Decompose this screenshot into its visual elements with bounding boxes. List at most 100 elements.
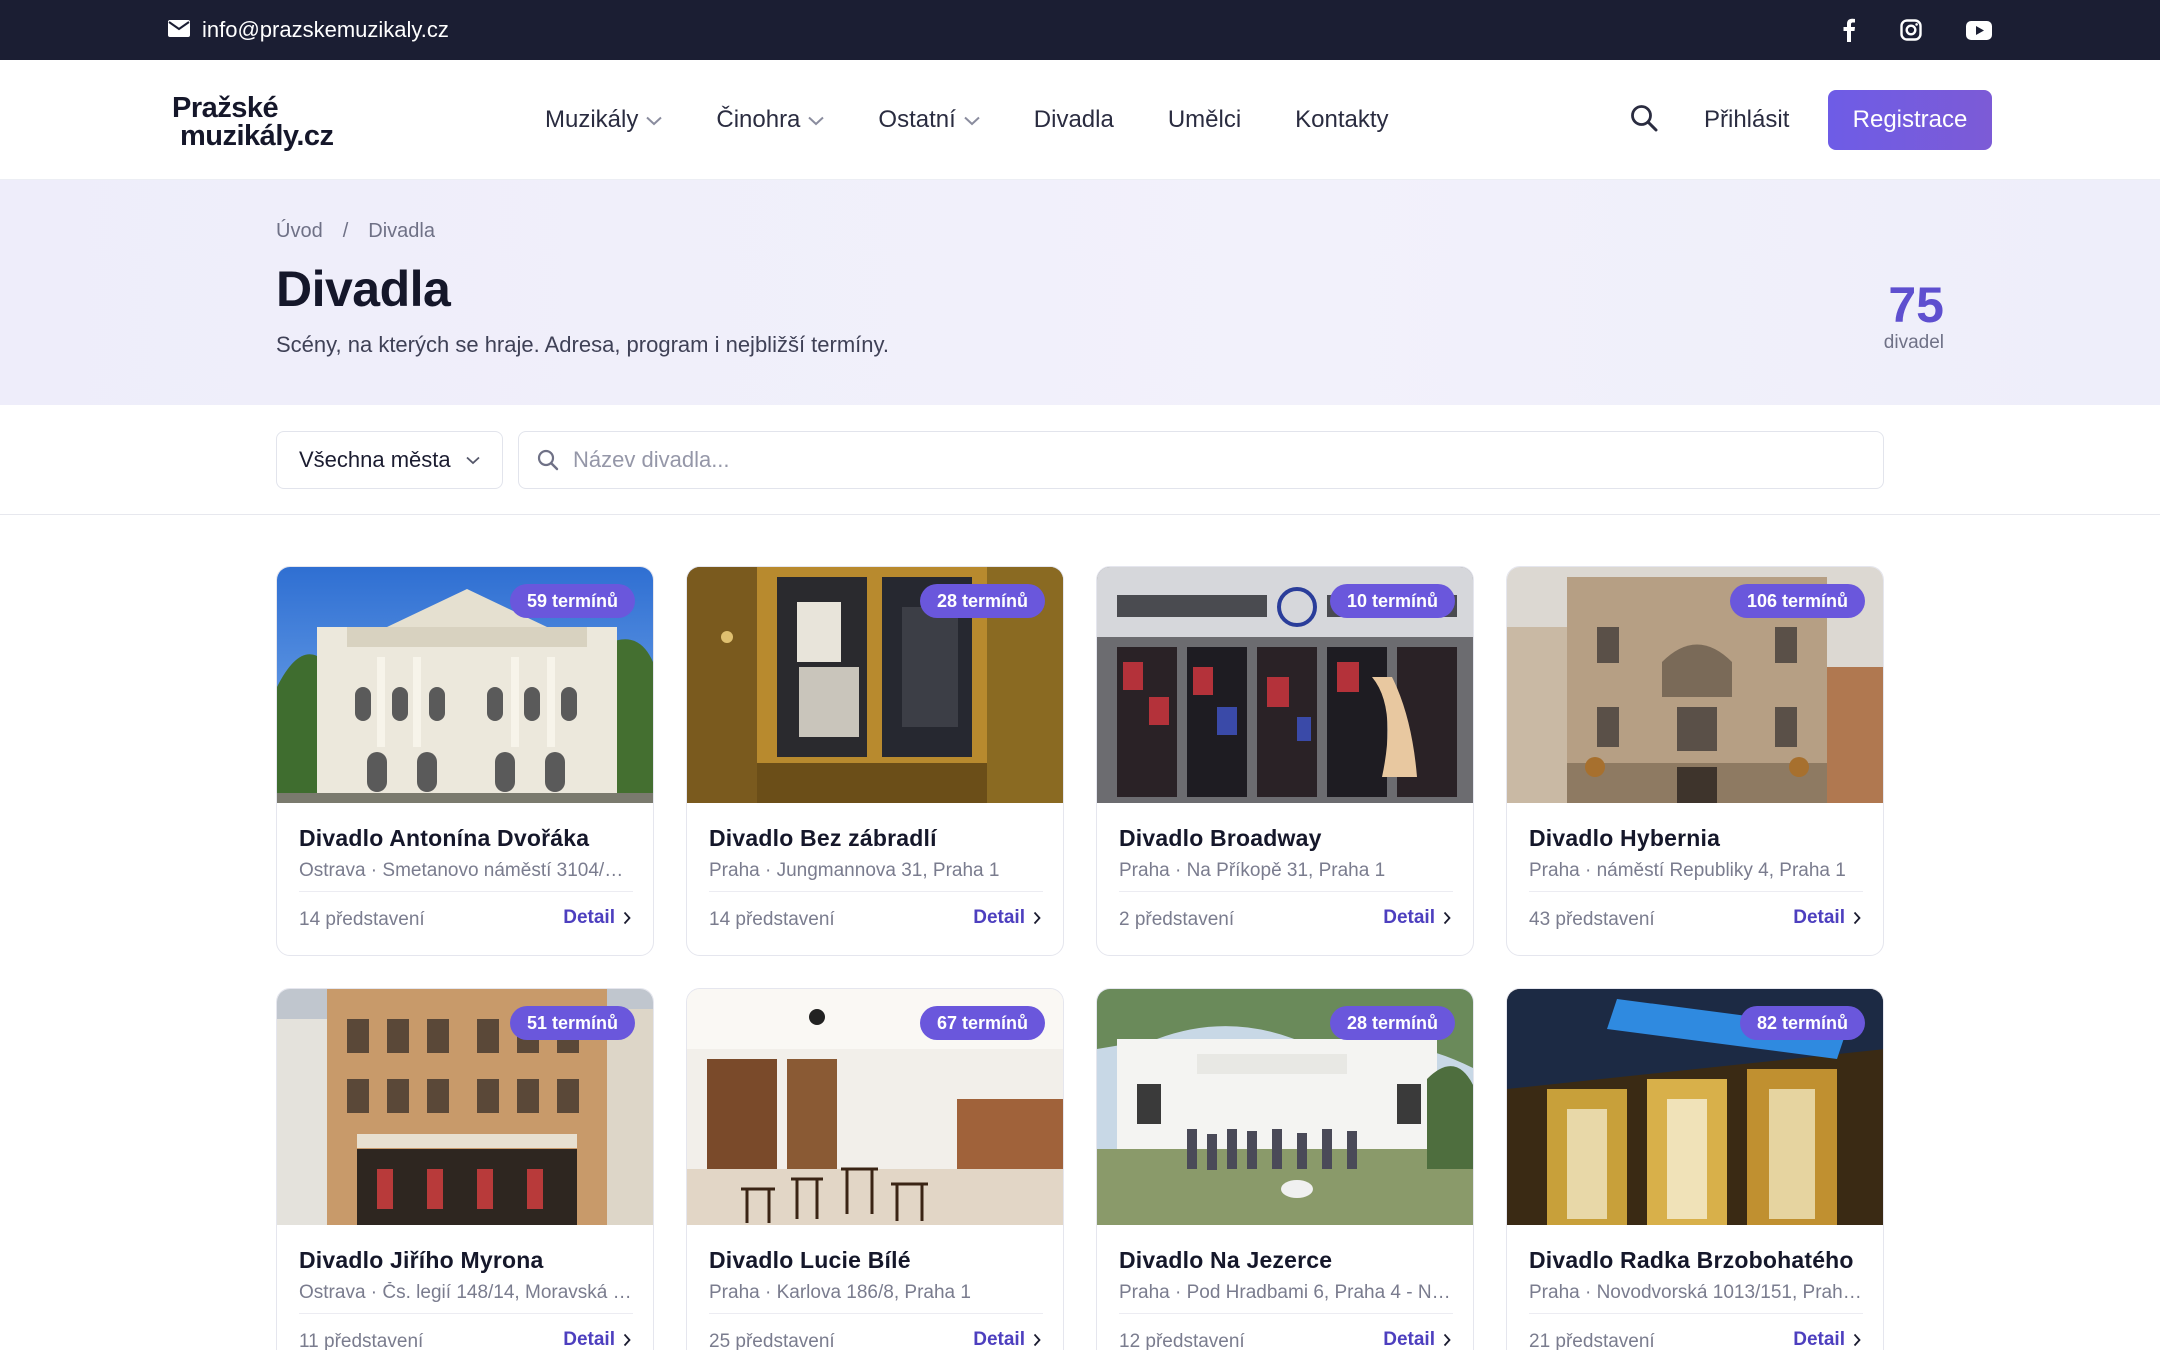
nav-item-cinohra[interactable]: Činohra <box>716 106 825 134</box>
dates-badge: 67 termínů <box>919 1006 1045 1040</box>
filter-bar: Všechna města <box>0 405 2160 515</box>
nav-label: Činohra <box>716 106 801 133</box>
dates-badge: 51 termínů <box>509 1006 635 1040</box>
detail-link[interactable]: Detail <box>1793 907 1861 929</box>
breadcrumb-home[interactable]: Úvod <box>276 220 323 243</box>
theater-card[interactable]: 82 termínů Divadlo Radka Brzobohatého Pr… <box>1506 988 1884 1350</box>
page-title: Divadla <box>276 261 451 317</box>
chevron-right-icon <box>1853 911 1861 925</box>
detail-link[interactable]: Detail <box>973 1329 1041 1350</box>
chevron-right-icon <box>623 1333 631 1347</box>
search-icon <box>537 449 559 471</box>
detail-link[interactable]: Detail <box>1383 907 1451 929</box>
theater-address: Praha · Karlova 186/8, Praha 1 <box>709 1282 1043 1314</box>
breadcrumb-separator: / <box>342 220 349 242</box>
theater-address: Praha · náměstí Republiky 4, Praha 1 <box>1529 860 1863 892</box>
theater-count: 75 divadel <box>1760 280 1944 354</box>
nav-label: Kontakty <box>1295 106 1389 133</box>
detail-link-label: Detail <box>973 907 1025 928</box>
detail-link[interactable]: Detail <box>563 1329 631 1350</box>
theater-card[interactable]: 28 termínů Divadlo Na Jezerce Praha · Po… <box>1096 988 1474 1350</box>
nav-item-kontakty[interactable]: Kontakty <box>1295 106 1388 134</box>
site-logo[interactable]: Pražské muzikály.cz <box>172 92 334 152</box>
logo-line-2: muzikály.cz <box>180 120 334 152</box>
chevron-right-icon <box>623 911 631 925</box>
social-links <box>1842 0 1992 60</box>
contact-email[interactable]: info@prazskemuzikaly.cz <box>168 0 449 60</box>
theater-card[interactable]: 28 termínů Divadlo Bez zábradlí Praha · … <box>686 566 1064 956</box>
dates-badge: 82 termínů <box>1739 1006 1865 1040</box>
detail-link-label: Detail <box>1383 1329 1435 1350</box>
chevron-down-icon <box>964 116 980 126</box>
youtube-icon[interactable] <box>1966 20 1992 40</box>
chevron-down-icon <box>808 116 825 126</box>
contact-email-text: info@prazskemuzikaly.cz <box>202 17 449 42</box>
dates-badge: 10 termínů <box>1329 584 1455 618</box>
login-link[interactable]: Přihlásit <box>1704 60 1789 180</box>
dates-badge: 28 termínů <box>1329 1006 1455 1040</box>
dates-badge: 28 termínů <box>919 584 1045 618</box>
main-nav: Muzikály Činohra Ostatní Divadla Umělci … <box>545 60 1443 180</box>
detail-link[interactable]: Detail <box>1383 1329 1451 1350</box>
nav-label: Ostatní <box>878 106 956 133</box>
nav-label: Umělci <box>1167 106 1242 133</box>
theater-address: Praha · Pod Hradbami 6, Praha 4 - Nusle <box>1119 1282 1453 1314</box>
theater-card[interactable]: 10 termínů Divadlo Broadway Praha · Na P… <box>1096 566 1474 956</box>
instagram-icon[interactable] <box>1900 19 1922 41</box>
theater-name[interactable]: Divadlo Radka Brzobohatého <box>1529 1247 1854 1274</box>
nav-item-ostatni[interactable]: Ostatní <box>878 106 980 134</box>
theater-address: Ostrava · Smetanovo náměstí 3104/1, Ostr… <box>299 860 633 892</box>
performance-count: 12 představení <box>1119 1331 1245 1350</box>
theater-name[interactable]: Divadlo Antonína Dvořáka <box>299 825 589 852</box>
theater-search-input[interactable] <box>573 447 1773 473</box>
detail-link[interactable]: Detail <box>563 907 631 929</box>
chevron-down-icon <box>466 456 480 464</box>
performance-count: 43 představení <box>1529 909 1655 930</box>
search-icon <box>1631 105 1658 132</box>
dates-badge: 106 termínů <box>1729 584 1865 618</box>
detail-link-label: Detail <box>563 1329 615 1350</box>
performance-count: 11 představení <box>299 1331 424 1350</box>
performance-count: 25 představení <box>709 1331 835 1350</box>
main-header: Pražské muzikály.cz Muzikály Činohra Ost… <box>0 60 2160 180</box>
chevron-right-icon <box>1443 911 1451 925</box>
theater-address: Praha · Na Příkopě 31, Praha 1 <box>1119 860 1453 892</box>
search-button[interactable] <box>1626 100 1662 136</box>
nav-item-divadla[interactable]: Divadla <box>1034 106 1114 134</box>
envelope-icon <box>168 17 190 43</box>
logo-line-1: Pražské <box>172 92 279 124</box>
city-select-value: Všechna města <box>299 447 451 472</box>
theater-name[interactable]: Divadlo Bez zábradlí <box>709 825 937 852</box>
theater-name[interactable]: Divadlo Lucie Bílé <box>709 1247 911 1274</box>
theater-name[interactable]: Divadlo Jiřího Myrona <box>299 1247 543 1274</box>
detail-link[interactable]: Detail <box>973 907 1041 929</box>
theater-count-label: divadel <box>1883 332 1944 353</box>
breadcrumb: Úvod / Divadla <box>276 220 435 243</box>
theater-card[interactable]: 59 termínů Divadlo Antonína Dvořáka Ostr… <box>276 566 654 956</box>
page-hero: Úvod / Divadla Divadla Scény, na kterých… <box>0 180 2160 405</box>
chevron-right-icon <box>1853 1333 1861 1347</box>
detail-link-label: Detail <box>1383 907 1435 928</box>
page-subtitle: Scény, na kterých se hraje. Adresa, prog… <box>276 332 890 357</box>
dates-badge: 59 termínů <box>509 584 635 618</box>
performance-count: 2 představení <box>1119 909 1235 930</box>
nav-label: Divadla <box>1033 106 1114 133</box>
theater-name[interactable]: Divadlo Hybernia <box>1529 825 1720 852</box>
nav-label: Muzikály <box>545 106 639 133</box>
chevron-down-icon <box>646 116 663 126</box>
city-select[interactable]: Všechna města <box>276 431 503 489</box>
theater-address: Ostrava · Čs. legií 148/14, Moravská Ost… <box>299 1282 633 1314</box>
facebook-icon[interactable] <box>1842 18 1856 42</box>
register-button[interactable]: Registrace <box>1828 90 1992 150</box>
nav-item-umelci[interactable]: Umělci <box>1168 106 1241 134</box>
chevron-right-icon <box>1443 1333 1451 1347</box>
theater-card[interactable]: 106 termínů Divadlo Hybernia Praha · nám… <box>1506 566 1884 956</box>
theater-name[interactable]: Divadlo Na Jezerce <box>1119 1247 1332 1274</box>
detail-link[interactable]: Detail <box>1793 1329 1861 1350</box>
theater-card[interactable]: 51 termínů Divadlo Jiřího Myrona Ostrava… <box>276 988 654 1350</box>
breadcrumb-current: Divadla <box>368 220 435 242</box>
theater-name[interactable]: Divadlo Broadway <box>1119 825 1322 852</box>
nav-item-muzikaly[interactable]: Muzikály <box>545 106 663 134</box>
chevron-right-icon <box>1033 1333 1041 1347</box>
theater-card[interactable]: 67 termínů Divadlo Lucie Bílé Praha · Ka… <box>686 988 1064 1350</box>
